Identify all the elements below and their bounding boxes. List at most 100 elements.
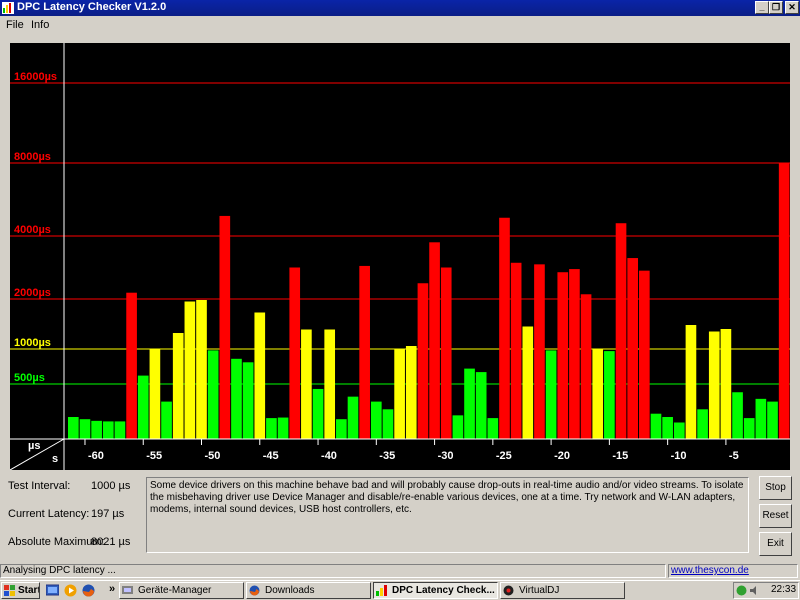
latency-bar <box>405 346 417 439</box>
y-tick-labels: 16000µs 8000µs 4000µs 2000µs 1000µs 500µs <box>14 71 57 384</box>
dpc-app-icon <box>376 585 387 596</box>
absolute-maximum-value: 8021 µs <box>91 536 131 548</box>
status-message-box: Some device drivers on this machine beha… <box>146 477 749 553</box>
latency-bar <box>172 333 184 439</box>
y-tick-label: 16000µs <box>14 71 57 83</box>
x-tick-label: -40 <box>321 450 337 462</box>
tray-app-icon[interactable] <box>736 585 747 596</box>
y-tick-label: 4000µs <box>14 224 51 236</box>
latency-bar <box>137 375 149 439</box>
test-interval-value: 1000 µs <box>91 480 131 492</box>
latency-bar <box>755 398 767 439</box>
title-bar[interactable]: DPC Latency Checker V1.2.0 _ ❐ ✕ <box>0 0 800 16</box>
latency-bar <box>673 422 685 439</box>
latency-bar <box>196 300 207 439</box>
latency-bar <box>359 265 370 439</box>
reset-button[interactable]: Reset <box>759 504 792 528</box>
latency-bar <box>219 215 231 439</box>
test-interval-label: Test Interval: <box>8 480 71 492</box>
x-tick-label: -5 <box>729 450 739 462</box>
latency-bar <box>67 417 79 439</box>
y-tick-label: 8000µs <box>14 151 51 163</box>
latency-bar <box>126 292 137 439</box>
latency-bar <box>277 417 289 439</box>
taskbar-item-downloads[interactable]: Downloads <box>246 582 371 599</box>
latency-bar <box>184 301 196 439</box>
show-desktop-icon[interactable] <box>46 584 59 597</box>
stop-button[interactable]: Stop <box>759 476 792 500</box>
latency-bar <box>522 326 534 439</box>
taskbar-item-label: Downloads <box>265 585 315 596</box>
latency-bar <box>639 270 650 439</box>
latency-bar <box>499 217 510 439</box>
latency-bar <box>312 388 324 439</box>
latency-bar <box>382 409 394 439</box>
latency-bar <box>534 264 545 439</box>
taskbar-item-dpc-latency-checker[interactable]: DPC Latency Check... <box>373 582 498 599</box>
tray-volume-icon[interactable] <box>749 585 760 596</box>
firefox-quicklaunch-icon[interactable] <box>82 584 95 597</box>
latency-bar <box>720 329 732 439</box>
thesycon-link[interactable]: www.thesycon.de <box>668 564 798 578</box>
latency-bar <box>231 358 242 439</box>
latency-bar <box>289 267 301 439</box>
latency-bar <box>347 396 359 439</box>
app-icon <box>2 2 14 14</box>
latency-bar <box>557 272 569 439</box>
x-tick-labels: -60 -55 -50 -45 -40 -35 -30 -25 -20 -15 -10 -5 <box>84 439 739 462</box>
latency-bar <box>336 419 347 439</box>
firefox-icon <box>249 585 260 596</box>
exit-button[interactable]: Exit <box>759 532 792 556</box>
latency-bar <box>266 418 277 439</box>
latency-bar <box>545 350 557 439</box>
x-tick-label: -30 <box>438 450 454 462</box>
quicklaunch-chevron[interactable]: » <box>109 583 115 595</box>
latency-bar <box>615 223 627 439</box>
x-tick-label: -50 <box>205 450 221 462</box>
x-tick-label: -20 <box>554 450 570 462</box>
latency-bar <box>301 329 312 439</box>
y-tick-label: 2000µs <box>14 287 51 299</box>
latency-bar <box>592 349 604 439</box>
virtualdj-icon <box>503 585 514 596</box>
start-button[interactable]: Start <box>1 582 40 599</box>
y-tick-label: 1000µs <box>14 337 51 349</box>
status-text: Analysing DPC latency ... <box>0 564 666 578</box>
y-unit-label: µs <box>28 440 40 452</box>
windows-logo-icon <box>4 585 15 596</box>
latency-bar <box>732 392 743 439</box>
latency-bar <box>417 283 429 439</box>
taskbar-item-label: DPC Latency Check... <box>392 585 495 596</box>
latency-bar <box>685 325 697 439</box>
maximize-button[interactable]: ❐ <box>769 1 783 14</box>
current-latency-value: 197 µs <box>91 508 125 520</box>
x-tick-label: -55 <box>146 450 162 462</box>
x-tick-label: -35 <box>379 450 395 462</box>
x-tick-label: -60 <box>88 450 104 462</box>
taskbar-item-device-manager[interactable]: Geräte-Manager <box>119 582 244 599</box>
close-icon: ✕ <box>788 2 796 12</box>
x-tick-label: -10 <box>671 450 687 462</box>
latency-bar <box>767 401 778 439</box>
latency-bar <box>475 372 487 439</box>
media-player-icon[interactable] <box>64 584 77 597</box>
minimize-button[interactable]: _ <box>755 1 769 14</box>
latency-bar <box>604 351 615 439</box>
x-unit-label: s <box>52 453 58 465</box>
window-title: DPC Latency Checker V1.2.0 <box>17 1 167 13</box>
system-tray: 22:33 <box>733 582 799 599</box>
restore-icon: ❐ <box>771 2 781 12</box>
taskbar-item-virtualdj[interactable]: VirtualDJ <box>500 582 625 599</box>
chart-bars <box>67 162 790 439</box>
latency-bar <box>464 368 475 439</box>
latency-bar <box>778 162 790 439</box>
latency-bar <box>510 262 522 439</box>
menu-info[interactable]: Info <box>31 19 49 31</box>
latency-bar <box>91 420 102 439</box>
latency-bar <box>743 418 755 439</box>
close-button[interactable]: ✕ <box>785 1 799 14</box>
latency-chart: µs s 16000µs 8000µs 4000µs 2000µs 1000µs 500µ… <box>10 43 790 470</box>
device-manager-icon <box>122 586 133 594</box>
latency-bar <box>324 329 336 439</box>
menu-file[interactable]: File <box>6 19 24 31</box>
